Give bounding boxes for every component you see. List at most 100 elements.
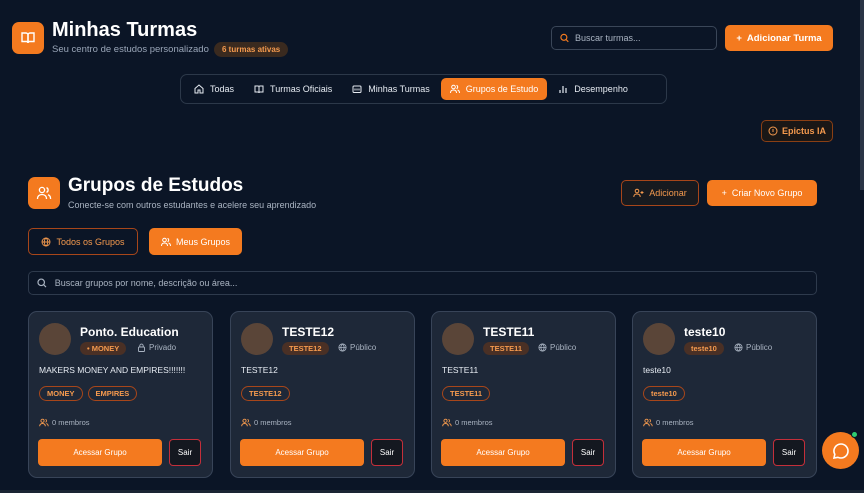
globe-icon [42, 236, 51, 247]
visibility-label: Privado [149, 343, 177, 352]
group-search-input[interactable] [54, 278, 816, 288]
leave-group-button[interactable]: Sair [773, 439, 805, 466]
tag: MONEY [39, 386, 83, 401]
avatar [39, 323, 71, 355]
info-circle-icon [768, 126, 778, 136]
member-count: 0 membros [643, 418, 694, 427]
scrollbar[interactable] [860, 0, 864, 190]
group-search-box[interactable] [28, 271, 817, 295]
epictus-ia-button[interactable]: Epictus IA [761, 120, 833, 142]
add-class-button[interactable]: + Adicionar Turma [725, 25, 833, 51]
tab-minhas-turmas[interactable]: Minhas Turmas [343, 78, 439, 100]
member-count: 0 membros [442, 418, 493, 427]
bar-chart-icon [559, 86, 567, 93]
page-title: Minhas Turmas [52, 19, 198, 41]
avatar [241, 323, 273, 355]
tag-list: TESTE12 [241, 386, 290, 401]
filter-all-label: Todos os Grupos [56, 236, 125, 247]
class-search-input[interactable] [575, 33, 716, 43]
leave-group-button[interactable]: Sair [169, 439, 201, 466]
create-group-label: Criar Novo Grupo [731, 188, 803, 198]
group-name: TESTE12 [282, 325, 335, 339]
users-icon [643, 418, 653, 427]
folder-icon [352, 85, 362, 93]
group-name: TESTE11 [483, 325, 535, 339]
access-group-button[interactable]: Acessar Grupo [240, 439, 364, 466]
group-card: teste10 teste10 Público teste10 teste10 … [632, 311, 817, 478]
active-classes-badge: 6 turmas ativas [214, 42, 289, 57]
tab-label: Turmas Oficiais [270, 84, 333, 94]
book-logo-icon [12, 22, 44, 54]
visibility-label: Público [746, 343, 773, 352]
page-subtitle: Seu centro de estudos personalizado [52, 44, 209, 55]
group-card: TESTE12 TESTE12 Público TESTE12 TESTE12 … [230, 311, 415, 478]
tab-label: Todas [210, 84, 235, 94]
avatar [643, 323, 675, 355]
group-description: teste10 [643, 365, 671, 375]
visibility-label: Público [350, 343, 377, 352]
add-group-button[interactable]: Adicionar [621, 180, 699, 206]
tab-label: Minhas Turmas [368, 84, 430, 94]
access-group-button[interactable]: Acessar Grupo [441, 439, 565, 466]
visibility-label: Público [550, 343, 577, 352]
online-indicator [851, 431, 858, 438]
tag: TESTE12 [241, 386, 290, 401]
tag: TESTE11 [442, 386, 491, 401]
filter-my-groups[interactable]: Meus Grupos [149, 228, 242, 255]
group-name: Ponto. Education [80, 325, 179, 339]
tab-todas[interactable]: Todas [185, 78, 243, 100]
globe-icon [734, 343, 743, 352]
category-badge: teste10 [684, 342, 724, 355]
visibility: Público [338, 343, 376, 352]
leave-group-button[interactable]: Sair [572, 439, 604, 466]
avatar [442, 323, 474, 355]
add-group-label: Adicionar [649, 188, 687, 198]
tab-turmas-oficiais[interactable]: Turmas Oficiais [245, 78, 341, 100]
group-description: TESTE12 [241, 365, 278, 375]
leave-group-button[interactable]: Sair [371, 439, 403, 466]
category-badge: • MONEY [80, 342, 127, 355]
tab-grupos-de-estudo[interactable]: Grupos de Estudo [440, 78, 548, 100]
category-badge: TESTE11 [483, 342, 530, 355]
member-count-label: 0 membros [52, 418, 90, 427]
member-count-label: 0 membros [656, 418, 694, 427]
tag: teste10 [643, 386, 685, 401]
users-icon [39, 418, 49, 427]
class-search-box[interactable] [551, 26, 717, 50]
tab-desempenho[interactable]: Desempenho [549, 78, 637, 100]
tag: EMPIRES [87, 386, 138, 401]
member-count: 0 membros [241, 418, 292, 427]
group-card: Ponto. Education • MONEY Privado MAKERS … [28, 311, 213, 478]
top-header: Minhas Turmas Seu centro de estudos pers… [0, 0, 864, 70]
group-card: TESTE11 TESTE11 Público TESTE11 TESTE11 … [431, 311, 616, 478]
access-group-button[interactable]: Acessar Grupo [38, 439, 162, 466]
epictus-label: Epictus IA [781, 126, 826, 136]
member-count: 0 membros [39, 418, 90, 427]
member-count-label: 0 membros [455, 418, 493, 427]
tab-bar: Todas Turmas Oficiais Minhas Turmas Grup… [180, 74, 667, 104]
search-icon [37, 278, 47, 288]
category-badge: TESTE12 [282, 342, 329, 355]
book-icon [254, 85, 264, 94]
users-icon [449, 84, 460, 94]
add-class-label: Adicionar Turma [746, 32, 822, 44]
group-description: MAKERS MONEY AND EMPIRES!!!!!!! [39, 365, 186, 375]
globe-icon [338, 343, 347, 352]
group-name: teste10 [684, 325, 726, 339]
create-group-button[interactable]: + Criar Novo Grupo [707, 180, 817, 206]
tag-list: MONEY EMPIRES [39, 386, 138, 401]
member-count-label: 0 membros [254, 418, 292, 427]
plus-icon: + [736, 32, 742, 44]
visibility: Público [734, 343, 772, 352]
users-icon [241, 418, 251, 427]
tab-label: Desempenho [574, 84, 628, 94]
access-group-button[interactable]: Acessar Grupo [642, 439, 766, 466]
users-icon [160, 237, 171, 246]
chat-bubble-icon [832, 442, 849, 459]
filter-all-groups[interactable]: Todos os Grupos [28, 228, 138, 255]
tag-list: teste10 [643, 386, 685, 401]
visibility: Público [538, 343, 576, 352]
section-title: Grupos de Estudos [68, 175, 244, 196]
home-icon [194, 84, 204, 94]
lock-icon [138, 343, 145, 352]
